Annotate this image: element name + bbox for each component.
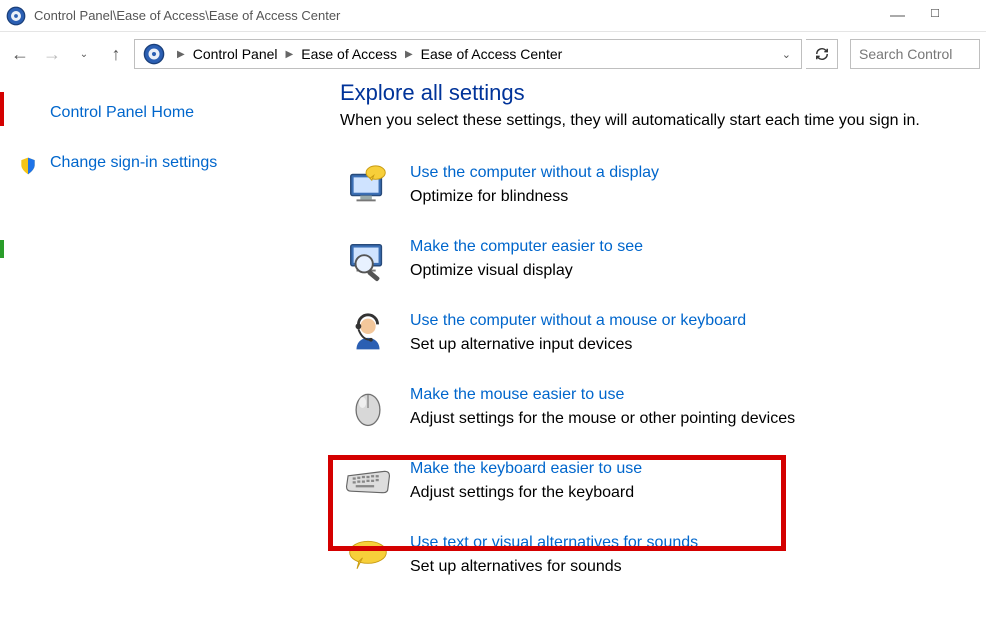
option-easier-to-see: Make the computer easier to see Optimize… bbox=[340, 228, 986, 302]
speech-bubble-icon bbox=[346, 539, 390, 573]
window-title: Control Panel\Ease of Access\Ease of Acc… bbox=[34, 8, 890, 23]
option-link[interactable]: Make the keyboard easier to use bbox=[410, 460, 642, 478]
back-button[interactable]: ← bbox=[6, 40, 34, 68]
maximize-button[interactable]: ☐ bbox=[928, 7, 942, 25]
breadcrumb-sep-icon[interactable]: ▶ bbox=[399, 49, 419, 60]
option-link[interactable]: Make the mouse easier to use bbox=[410, 386, 795, 404]
refresh-button[interactable] bbox=[806, 39, 838, 69]
toolbar: ← → ⌄ ↑ ▶ Control Panel ▶ Ease of Access… bbox=[0, 32, 986, 76]
control-panel-icon bbox=[143, 43, 165, 65]
mouse-icon bbox=[346, 386, 390, 430]
minimize-button[interactable]: — bbox=[890, 7, 904, 25]
sidebar-link-home[interactable]: Control Panel Home bbox=[50, 104, 280, 122]
option-link[interactable]: Use the computer without a display bbox=[410, 164, 659, 182]
main-panel: Explore all settings When you select the… bbox=[300, 76, 986, 624]
breadcrumb-sep-icon[interactable]: ▶ bbox=[280, 49, 300, 60]
option-mouse-easier: Make the mouse easier to use Adjust sett… bbox=[340, 376, 986, 450]
option-desc: Adjust settings for the mouse or other p… bbox=[410, 410, 795, 428]
monitor-magnifier-icon bbox=[345, 237, 391, 283]
option-desc: Optimize visual display bbox=[410, 262, 643, 280]
option-desc: Set up alternatives for sounds bbox=[410, 558, 698, 576]
sidebar: Control Panel Home Change sign-in settin… bbox=[0, 76, 300, 624]
option-link[interactable]: Use the computer without a mouse or keyb… bbox=[410, 312, 746, 330]
titlebar: Control Panel\Ease of Access\Ease of Acc… bbox=[0, 0, 986, 32]
person-headset-icon bbox=[345, 311, 391, 357]
option-link[interactable]: Use text or visual alternatives for soun… bbox=[410, 534, 698, 552]
breadcrumb-sep-icon[interactable]: ▶ bbox=[171, 49, 191, 60]
breadcrumb-ease-of-access-center[interactable]: Ease of Access Center bbox=[419, 46, 565, 62]
search-input[interactable]: Search Control bbox=[850, 39, 980, 69]
refresh-icon bbox=[815, 47, 829, 61]
page-heading: Explore all settings bbox=[340, 80, 986, 106]
address-dropdown-icon[interactable]: ⌄ bbox=[776, 48, 797, 61]
recent-locations-button[interactable]: ⌄ bbox=[70, 40, 98, 68]
address-bar[interactable]: ▶ Control Panel ▶ Ease of Access ▶ Ease … bbox=[134, 39, 802, 69]
option-sound-alternatives: Use text or visual alternatives for soun… bbox=[340, 524, 986, 584]
search-placeholder: Search Control bbox=[859, 46, 952, 62]
page-subheading: When you select these settings, they wil… bbox=[340, 112, 986, 130]
control-panel-app-icon bbox=[6, 6, 26, 26]
monitor-speech-icon bbox=[345, 163, 391, 209]
content-area: Control Panel Home Change sign-in settin… bbox=[0, 76, 986, 624]
breadcrumb-control-panel[interactable]: Control Panel bbox=[191, 46, 280, 62]
option-desc: Set up alternative input devices bbox=[410, 336, 746, 354]
breadcrumb-ease-of-access[interactable]: Ease of Access bbox=[299, 46, 399, 62]
forward-button[interactable]: → bbox=[38, 40, 66, 68]
option-desc: Optimize for blindness bbox=[410, 188, 659, 206]
option-keyboard-easier: Make the keyboard easier to use Adjust s… bbox=[340, 450, 986, 524]
option-desc: Adjust settings for the keyboard bbox=[410, 484, 642, 502]
option-without-mouse-keyboard: Use the computer without a mouse or keyb… bbox=[340, 302, 986, 376]
option-link[interactable]: Make the computer easier to see bbox=[410, 238, 643, 256]
shield-icon bbox=[18, 156, 38, 176]
up-button[interactable]: ↑ bbox=[102, 40, 130, 68]
sidebar-link-signin[interactable]: Change sign-in settings bbox=[50, 154, 280, 172]
keyboard-icon bbox=[345, 465, 391, 499]
option-without-display: Use the computer without a display Optim… bbox=[340, 154, 986, 228]
